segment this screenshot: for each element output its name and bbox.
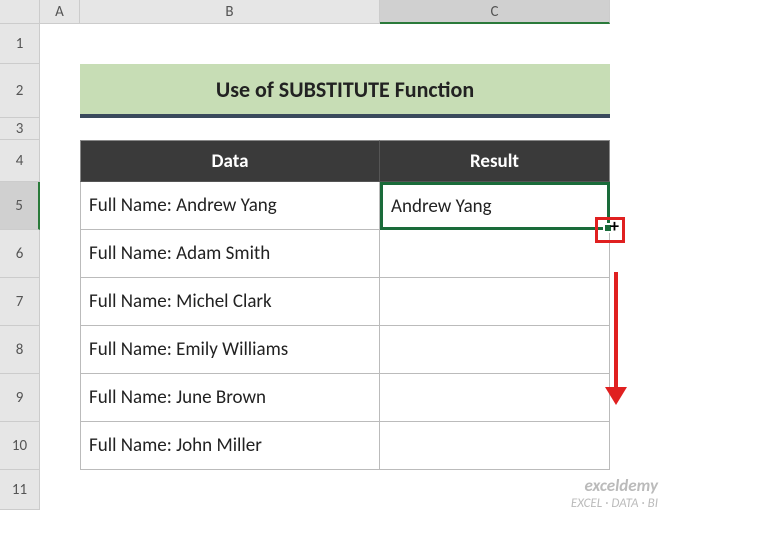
header-result: Result [380,140,610,182]
row-header-11[interactable]: 11 [0,470,40,510]
cell-c5[interactable]: Andrew Yang + [380,182,610,230]
row-header-4[interactable]: 4 [0,140,40,182]
row-header-7[interactable]: 7 [0,278,40,326]
title-banner: Use of SUBSTITUTE Function [80,64,610,118]
watermark-brand: exceldemy [571,475,658,496]
watermark: exceldemy EXCEL · DATA · BI [571,475,658,511]
cell-value: Andrew Yang [391,195,492,218]
spreadsheet-grid: A B C 1 2 3 4 5 6 7 8 9 10 11 Use of SUB… [0,0,768,510]
row-header-1[interactable]: 1 [0,24,40,64]
arrow-line [614,272,618,387]
row-header-9[interactable]: 9 [0,374,40,422]
select-all-corner[interactable] [0,0,40,24]
watermark-tag: EXCEL · DATA · BI [571,496,658,511]
row-header-6[interactable]: 6 [0,230,40,278]
drag-arrow [614,272,627,405]
cell-b5[interactable]: Full Name: Andrew Yang [80,182,380,230]
row-header-8[interactable]: 8 [0,326,40,374]
row-header-2[interactable]: 2 [0,64,40,118]
col-header-b[interactable]: B [80,0,380,24]
row-header-3[interactable]: 3 [0,118,40,140]
header-data: Data [80,140,380,182]
cell-b7[interactable]: Full Name: Michel Clark [80,278,380,326]
cell-c6[interactable] [380,230,610,278]
cell-c7[interactable] [380,278,610,326]
cell-b10[interactable]: Full Name: John Miller [80,422,380,470]
cell-b8[interactable]: Full Name: Emily Williams [80,326,380,374]
row-header-10[interactable]: 10 [0,422,40,470]
arrow-head-icon [605,387,627,405]
cell-c8[interactable] [380,326,610,374]
cell-b9[interactable]: Full Name: June Brown [80,374,380,422]
cell-c9[interactable] [380,374,610,422]
col-header-a[interactable]: A [40,0,80,24]
col-header-c[interactable]: C [380,0,610,24]
cell-c10[interactable] [380,422,610,470]
fill-cursor-icon: + [610,215,619,237]
row-header-5[interactable]: 5 [0,182,40,230]
cell-b6[interactable]: Full Name: Adam Smith [80,230,380,278]
